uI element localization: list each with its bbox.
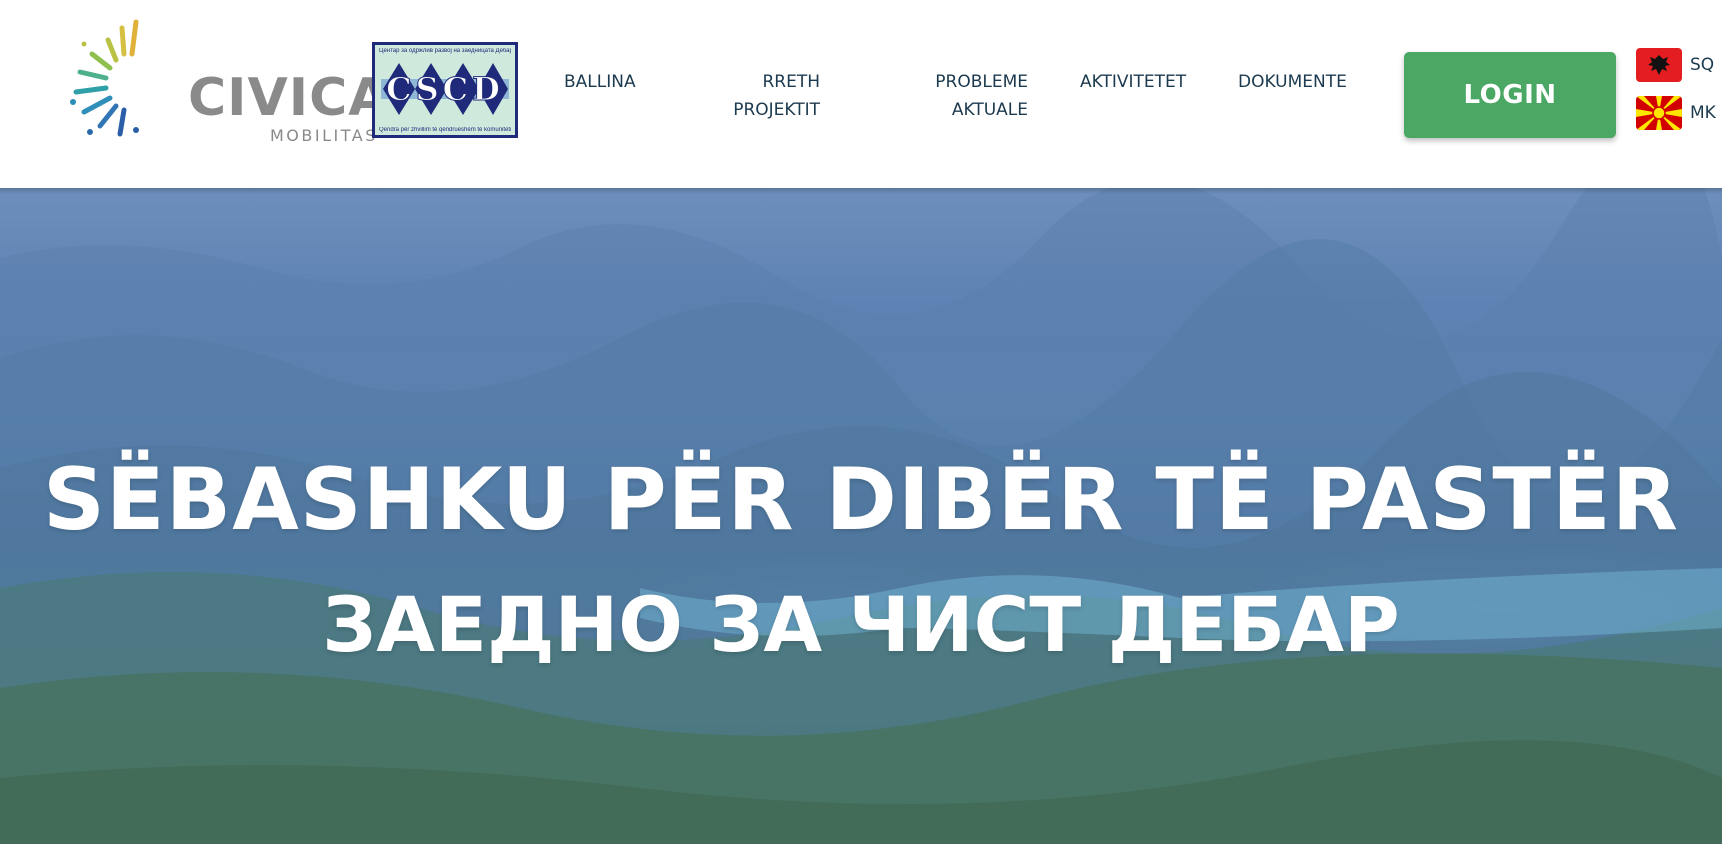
- login-button[interactable]: LOGIN: [1404, 52, 1616, 138]
- hero-banner: SËBASHKU PËR DIBËR TË PASTËR ЗАЕДНО ЗА Ч…: [0, 188, 1722, 844]
- header-shadow: [0, 188, 1722, 194]
- hero-title-albanian: SËBASHKU PËR DIBËR TË PASTËR: [42, 450, 1679, 550]
- nav-rreth-projektit-line1: RRETH: [762, 72, 820, 92]
- nav-probleme-aktuale-line1: PROBLEME: [935, 72, 1028, 92]
- language-mk[interactable]: MK: [1636, 96, 1716, 130]
- nav-probleme-aktuale-line2: AKTUALE: [951, 100, 1028, 120]
- language-mk-code: MK: [1690, 103, 1716, 123]
- civica-mobilitas-logo[interactable]: CIVICA MOBILITAS: [70, 14, 389, 144]
- language-sq[interactable]: SQ: [1636, 48, 1714, 82]
- mobilitas-wordmark: MOBILITAS: [270, 126, 378, 145]
- nav-ballina-label: BALLINA: [564, 72, 636, 92]
- cscd-top-text: Центар за одржлив развој на заедницата Д…: [379, 48, 511, 54]
- civica-wordmark: CIVICA: [188, 68, 390, 128]
- macedonia-flag-icon: [1636, 96, 1682, 130]
- language-sq-code: SQ: [1690, 55, 1715, 75]
- albania-flag-icon: [1636, 48, 1682, 82]
- site-header: CIVICA MOBILITAS Центар за одржлив разво…: [0, 0, 1722, 188]
- cscd-letters: CSCD: [386, 70, 504, 108]
- nav-probleme-aktuale[interactable]: PROBLEME AKTUALE: [918, 68, 1028, 124]
- nav-ballina[interactable]: BALLINA: [564, 68, 636, 96]
- cscd-emblem-icon: CSCD: [381, 63, 509, 115]
- nav-aktivitetet-label: AKTIVITETET: [1080, 72, 1187, 92]
- nav-dokumente-label: DOKUMENTE: [1238, 72, 1347, 92]
- nav-aktivitetet[interactable]: AKTIVITETET: [1080, 68, 1186, 96]
- nav-dokumente[interactable]: DOKUMENTE: [1238, 68, 1347, 96]
- sunburst-icon: [70, 19, 139, 137]
- nav-rreth-projektit[interactable]: RRETH PROJEKTIT: [718, 68, 820, 124]
- hero-title-macedonian: ЗАЕДНО ЗА ЧИСТ ДЕБАР: [322, 580, 1400, 669]
- cscd-bottom-text: Qendra për zhvillim të qëndrueshëm të ko…: [379, 127, 511, 133]
- cscd-logo[interactable]: Центар за одржлив развој на заедницата Д…: [372, 42, 518, 138]
- nav-rreth-projektit-line2: PROJEKTIT: [733, 100, 820, 120]
